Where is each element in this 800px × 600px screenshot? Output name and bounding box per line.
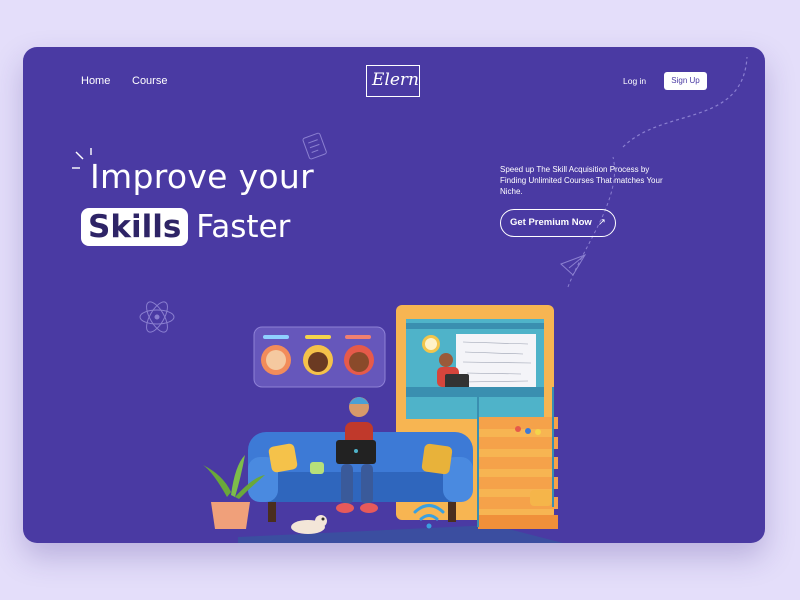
avatar-panel: [253, 326, 386, 388]
hero-illustration: [203, 305, 563, 543]
hero-card: Home Course Elern Log in Sign Up Improve…: [23, 47, 765, 543]
dog-illustration: [291, 515, 327, 534]
